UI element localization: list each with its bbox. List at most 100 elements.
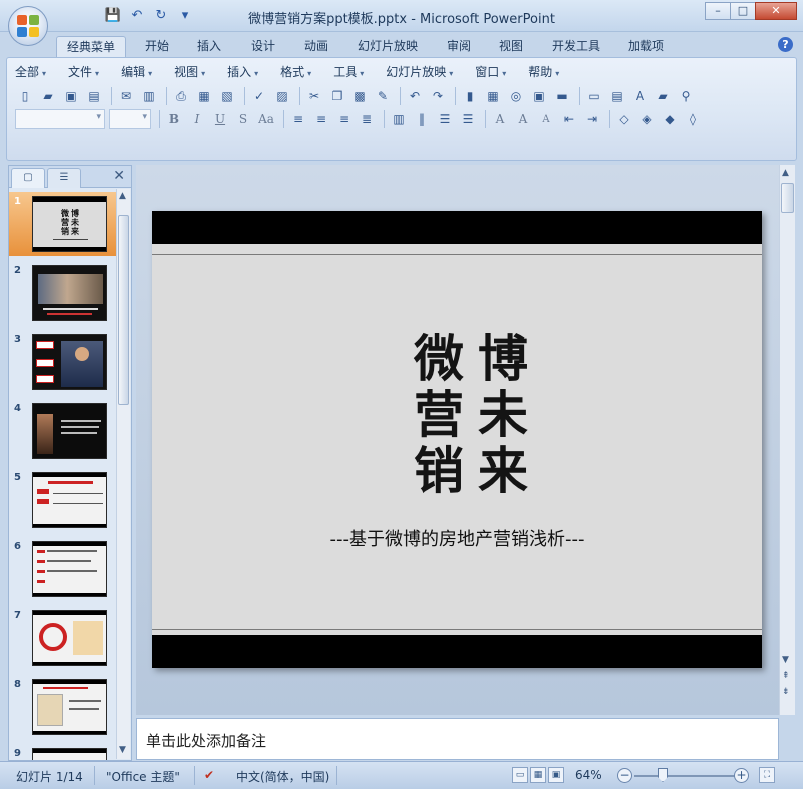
- help-icon[interactable]: ?: [778, 37, 793, 52]
- arrange-icon[interactable]: ◈: [637, 109, 657, 129]
- open-icon[interactable]: ▰: [38, 86, 58, 106]
- notes-pane[interactable]: 单击此处添加备注: [136, 718, 779, 760]
- tab-view[interactable]: 视图: [492, 36, 530, 57]
- maximize-button[interactable]: □: [730, 2, 756, 20]
- copy-icon[interactable]: ❐: [327, 86, 347, 106]
- menu-format[interactable]: 格式 ▾: [280, 63, 311, 80]
- slide-thumbnail-2[interactable]: 2: [9, 261, 117, 325]
- shadow-button[interactable]: S: [233, 109, 253, 129]
- paste-icon[interactable]: ▩: [350, 86, 370, 106]
- new-icon[interactable]: ▯: [15, 86, 35, 106]
- slide-thumbnail-8[interactable]: 8: [9, 675, 117, 739]
- bold-button[interactable]: B: [164, 109, 184, 129]
- quick-styles-icon[interactable]: ◆: [660, 109, 680, 129]
- menu-tools[interactable]: 工具 ▾: [333, 63, 364, 80]
- zoom-slider-thumb[interactable]: [658, 768, 668, 782]
- main-vertical-scrollbar[interactable]: ▲ ▼ ⇞ ⇟: [779, 165, 795, 715]
- format-painter-icon[interactable]: ✎: [373, 86, 393, 106]
- cut-icon[interactable]: ✂: [304, 86, 324, 106]
- research-icon[interactable]: ▧: [217, 86, 237, 106]
- font-color-icon[interactable]: A: [490, 109, 510, 129]
- outline-tab-icon[interactable]: ☰: [47, 168, 81, 188]
- shape-fill-icon[interactable]: ◊: [683, 109, 703, 129]
- change-case-button[interactable]: Aa: [256, 109, 276, 129]
- scrollbar-thumb[interactable]: [118, 215, 129, 405]
- shrink-font-icon[interactable]: A: [536, 109, 556, 129]
- zoom-level[interactable]: 64%: [575, 768, 602, 782]
- folder-icon[interactable]: ▰: [653, 86, 673, 106]
- align-left-icon[interactable]: ≡: [288, 109, 308, 129]
- menu-help[interactable]: 帮助 ▾: [528, 63, 559, 80]
- table-icon[interactable]: ▦: [483, 86, 503, 106]
- scroll-up-icon[interactable]: ▲: [782, 168, 789, 178]
- shapes-icon[interactable]: ◇: [614, 109, 634, 129]
- close-button[interactable]: ✕: [755, 2, 797, 20]
- slide-thumbnail-1[interactable]: 1 微博营未销来: [9, 192, 117, 256]
- tab-home[interactable]: 开始: [138, 36, 176, 57]
- underline-button[interactable]: U: [210, 109, 230, 129]
- tab-developer[interactable]: 开发工具: [546, 36, 606, 57]
- tab-design[interactable]: 设计: [244, 36, 282, 57]
- font-size-dropdown[interactable]: [109, 109, 151, 129]
- next-slide-icon[interactable]: ⇟: [782, 687, 790, 697]
- office-button[interactable]: [8, 6, 48, 46]
- italic-button[interactable]: I: [187, 109, 207, 129]
- slide-thumbnail-7[interactable]: 7: [9, 606, 117, 670]
- print-icon[interactable]: ⎙: [171, 86, 191, 106]
- numbering-icon[interactable]: ☰: [435, 109, 455, 129]
- hyperlink-icon[interactable]: ◎: [506, 86, 526, 106]
- slide-subtitle[interactable]: ---基于微博的房地产营销浅析---: [152, 525, 762, 551]
- justify-icon[interactable]: ≣: [357, 109, 377, 129]
- tab-insert[interactable]: 插入: [190, 36, 228, 57]
- fit-to-window-icon[interactable]: ⛶: [759, 767, 775, 783]
- thesaurus-icon[interactable]: ▨: [272, 86, 292, 106]
- increase-indent-icon[interactable]: ⇥: [582, 109, 602, 129]
- slide-thumbnail-9[interactable]: 9: [9, 744, 117, 760]
- line-spacing-icon[interactable]: ‖: [412, 109, 432, 129]
- align-center-icon[interactable]: ≡: [311, 109, 331, 129]
- new-slide-icon[interactable]: ▭: [584, 86, 604, 106]
- scrollbar-thumb[interactable]: [781, 183, 794, 213]
- grow-font-icon[interactable]: A: [513, 109, 533, 129]
- save-icon[interactable]: ▣: [61, 86, 81, 106]
- close-pane-icon[interactable]: ✕: [113, 168, 125, 184]
- zoom-slider-track[interactable]: [634, 775, 740, 777]
- slideshow-view-icon[interactable]: ▣: [548, 767, 564, 783]
- publish-icon[interactable]: ▥: [139, 86, 159, 106]
- find-icon[interactable]: ⚲: [676, 86, 696, 106]
- color-icon[interactable]: ▬: [552, 86, 572, 106]
- textbox-icon[interactable]: A: [630, 86, 650, 106]
- menu-all[interactable]: 全部 ▾: [15, 63, 46, 80]
- menu-view[interactable]: 视图 ▾: [174, 63, 205, 80]
- previous-slide-icon[interactable]: ⇞: [782, 671, 790, 681]
- scroll-down-icon[interactable]: ▼: [782, 655, 789, 665]
- chart-icon[interactable]: ▮: [460, 86, 480, 106]
- tab-animation[interactable]: 动画: [297, 36, 335, 57]
- current-slide[interactable]: 微 博 营 未 销 来 ---基于微博的房地产营销浅析---: [152, 211, 762, 668]
- menu-insert[interactable]: 插入 ▾: [227, 63, 258, 80]
- menu-slideshow[interactable]: 幻灯片放映 ▾: [386, 63, 453, 80]
- slide-thumbnail-6[interactable]: 6: [9, 537, 117, 601]
- align-right-icon[interactable]: ≡: [334, 109, 354, 129]
- zoom-in-icon[interactable]: +: [734, 768, 749, 783]
- minimize-button[interactable]: –: [705, 2, 731, 20]
- title-calligraphy[interactable]: 微 博 营 未 销 来: [407, 331, 535, 499]
- print-preview-icon[interactable]: ▦: [194, 86, 214, 106]
- columns-icon[interactable]: ▥: [389, 109, 409, 129]
- tab-review[interactable]: 审阅: [440, 36, 478, 57]
- layout-icon[interactable]: ▤: [607, 86, 627, 106]
- language-indicator[interactable]: 中文(简体，中国): [236, 768, 329, 785]
- slides-pane-scrollbar[interactable]: ▲ ▼: [116, 189, 130, 759]
- normal-view-icon[interactable]: ▭: [512, 767, 528, 783]
- bullets-icon[interactable]: ☰: [458, 109, 478, 129]
- slide-thumbnail-5[interactable]: 5: [9, 468, 117, 532]
- slide-thumbnail-4[interactable]: 4: [9, 399, 117, 463]
- picture-icon[interactable]: ▣: [529, 86, 549, 106]
- font-name-dropdown[interactable]: [15, 109, 105, 129]
- slide-thumbnail-3[interactable]: 3: [9, 330, 117, 394]
- redo-icon[interactable]: ↷: [428, 86, 448, 106]
- scroll-down-icon[interactable]: ▼: [119, 745, 126, 755]
- spelling-check-icon[interactable]: ✔: [204, 768, 214, 782]
- scroll-up-icon[interactable]: ▲: [119, 191, 126, 201]
- send-icon[interactable]: ✉: [116, 86, 136, 106]
